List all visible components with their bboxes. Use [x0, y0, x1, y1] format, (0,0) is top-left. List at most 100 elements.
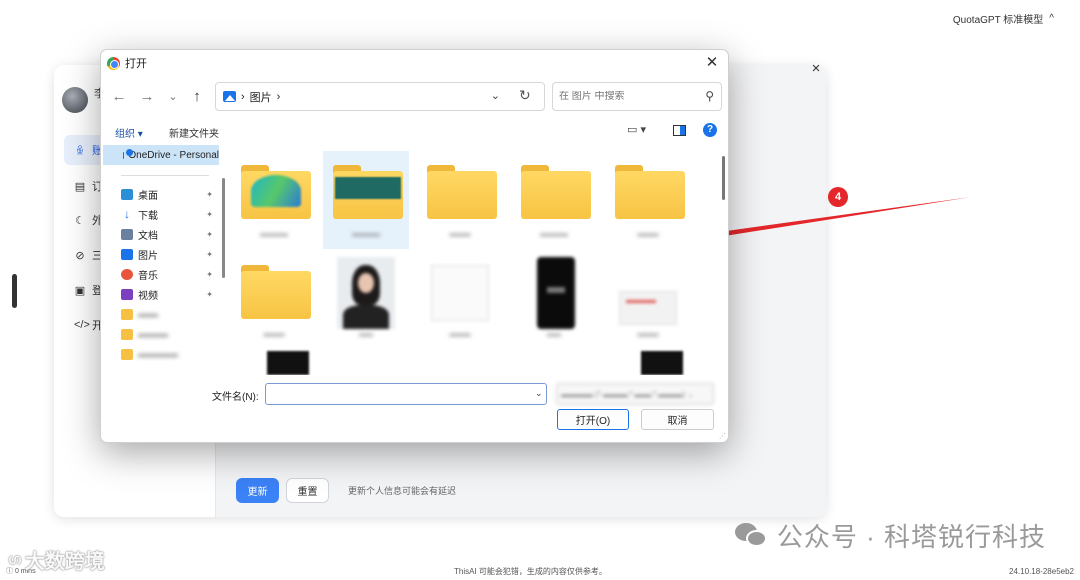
nav-item-documents[interactable]: 文档 ✦ [121, 225, 217, 243]
file-item-image[interactable]: ▬▬▬ [417, 251, 503, 349]
watermark-left-text: 大数跨境 [24, 551, 105, 573]
filename-dropdown-icon[interactable]: ⌄ [535, 388, 543, 399]
blurred-label: ▬▬▬ [637, 331, 659, 338]
help-icon[interactable]: ? [703, 123, 717, 137]
address-folder: 图片 [249, 91, 272, 104]
file-item-folder[interactable]: ▬▬▬▬ [231, 151, 317, 249]
nav-item-folder[interactable]: ▬▬ [121, 305, 217, 323]
nav-item-folder[interactable]: ▬▬▬▬ [121, 345, 217, 363]
folder-icon [241, 165, 311, 219]
address-bar[interactable]: › 图片 › ⌄ [215, 82, 545, 111]
nav-item-label: 桌面 [138, 190, 158, 202]
file-item-image[interactable]: ▬▬▬ [605, 251, 691, 349]
up-arrow-icon[interactable]: ↑ [187, 87, 207, 107]
search-field[interactable]: ⚲ [552, 82, 722, 111]
nav-onedrive-label: OneDrive - Personal [128, 149, 219, 161]
video-icon [121, 288, 133, 300]
file-item-folder-selected[interactable]: ▬▬▬▬ [323, 151, 409, 249]
folder-icon [121, 348, 133, 360]
file-item-folder[interactable]: ▬▬▬ [605, 151, 691, 249]
folder-icon [521, 165, 591, 219]
dialog-title: 打开 [125, 58, 147, 70]
pin-icon: ✦ [206, 249, 213, 259]
file-item-image[interactable] [627, 351, 713, 375]
file-item-image[interactable] [253, 351, 339, 375]
folder-icon [427, 165, 497, 219]
navigation-pane: OneDrive - Personal 桌面 ✦ ↓ 下载 ✦ 文档 ✦ 图片 … [101, 145, 219, 375]
blurred-label: ▬▬▬▬ [540, 231, 568, 238]
file-grid-scrollbar[interactable] [722, 156, 725, 200]
footer-disclaimer: ThisAI 可能会犯错，生成的内容仅供参考。 [454, 567, 607, 576]
organize-menu[interactable]: 组织 ▾ [115, 125, 143, 140]
file-item-folder[interactable]: ▬▬▬ [417, 151, 503, 249]
nav-onedrive[interactable]: OneDrive - Personal [103, 145, 219, 165]
footer-version: 24.10.18-28e5eb2 [1009, 567, 1074, 576]
recent-chevron-icon[interactable]: ⌄ [163, 87, 183, 107]
nav-item-label: 视频 [138, 290, 158, 302]
watermark-right: 公众号 · 科塔锐行科技 [734, 517, 1046, 554]
filename-input[interactable] [265, 383, 547, 405]
file-item-folder[interactable]: ▬▬▬ [231, 251, 317, 349]
pin-icon: ✦ [206, 189, 213, 199]
filename-label: 文件名(N): [212, 392, 259, 403]
music-icon [121, 268, 133, 280]
blurred-label: ▬▬ [359, 331, 373, 338]
file-item-folder[interactable]: ▬▬▬▬ [511, 151, 597, 249]
folder-icon [121, 328, 133, 340]
nav-item-label: 下载 [138, 210, 158, 222]
search-input[interactable] [559, 91, 699, 102]
dialog-toolbar: 组织 ▾ 新建文件夹 ▭ ▾ ? [101, 120, 728, 142]
blurred-label: ▬▬▬▬ [260, 231, 288, 238]
forward-arrow-icon[interactable]: → [137, 87, 157, 107]
folder-icon [121, 308, 133, 320]
pin-icon: ✦ [206, 269, 213, 279]
nav-item-music[interactable]: 音乐 ✦ [121, 265, 217, 283]
document-icon [121, 228, 133, 240]
nav-item-pictures[interactable]: 图片 ✦ [121, 245, 217, 263]
watermark-right-text: 公众号 · 科塔锐行科技 [776, 522, 1046, 552]
nav-item-downloads[interactable]: ↓ 下载 ✦ [121, 205, 217, 223]
nav-item-label: 文档 [138, 230, 158, 242]
cancel-button[interactable]: 取消 [641, 409, 714, 430]
nav-divider [121, 175, 209, 176]
preview-pane-icon[interactable] [673, 125, 686, 136]
image-thumbnail [267, 351, 309, 375]
blurred-label: ▬▬▬ [637, 231, 659, 238]
address-dropdown-icon[interactable]: ⌄ [491, 89, 500, 102]
blurred-label: ▬▬▬ [449, 331, 471, 338]
refresh-icon[interactable]: ↻ [519, 87, 531, 104]
nav-item-label: 音乐 [138, 270, 158, 282]
resize-grip-icon[interactable]: ⋰ [719, 432, 726, 440]
image-thumbnail [537, 257, 575, 329]
file-item-image[interactable]: ▬▬ [323, 251, 409, 349]
pin-icon: ✦ [206, 209, 213, 219]
pictures-icon [121, 248, 133, 260]
annotation-badge: 4 [828, 187, 848, 207]
download-icon: ↓ [124, 206, 130, 221]
nav-item-desktop[interactable]: 桌面 ✦ [121, 185, 217, 203]
blurred-label: ▬▬ [547, 331, 561, 338]
image-thumbnail [619, 291, 677, 325]
address-row: ← → ⌄ ↑ › 图片 › ⌄ ↻ ⚲ [101, 82, 728, 112]
image-thumbnail [431, 265, 489, 321]
blurred-label: ▬▬▬ [263, 331, 285, 338]
dialog-titlebar: 打开 [101, 50, 728, 76]
open-button[interactable]: 打开(O) [557, 409, 629, 430]
image-thumbnail [641, 351, 683, 375]
nav-item-folder[interactable]: ▬▬▬ [121, 325, 217, 343]
folder-icon [333, 165, 403, 219]
back-arrow-icon[interactable]: ← [109, 87, 129, 107]
dialog-close-icon[interactable]: ✕ [702, 53, 722, 73]
nav-item-videos[interactable]: 视频 ✦ [121, 285, 217, 303]
desktop-icon [121, 188, 133, 200]
file-grid: ▬▬▬▬ ▬▬▬▬ ▬▬▬ ▬▬▬▬ ▬▬▬ ▬▬▬ ▬▬ ▬▬▬ ▬▬ ▬▬▬ [223, 145, 719, 375]
file-item-image[interactable]: ▬▬ [511, 251, 597, 349]
wechat-icon [734, 522, 769, 549]
new-folder-button[interactable]: 新建文件夹 [169, 125, 219, 140]
nav-item-label: 图片 [138, 250, 158, 262]
blurred-label: ▬▬▬ [449, 231, 471, 238]
chrome-icon [107, 56, 120, 70]
blurred-label: ▬▬▬▬ [138, 348, 178, 360]
file-type-select[interactable]: ▬▬▬▬ (*.▬▬▬;*.▬▬;*.▬▬▬) ⌄ [556, 383, 714, 405]
view-mode-icon[interactable]: ▭ ▾ [627, 123, 646, 136]
